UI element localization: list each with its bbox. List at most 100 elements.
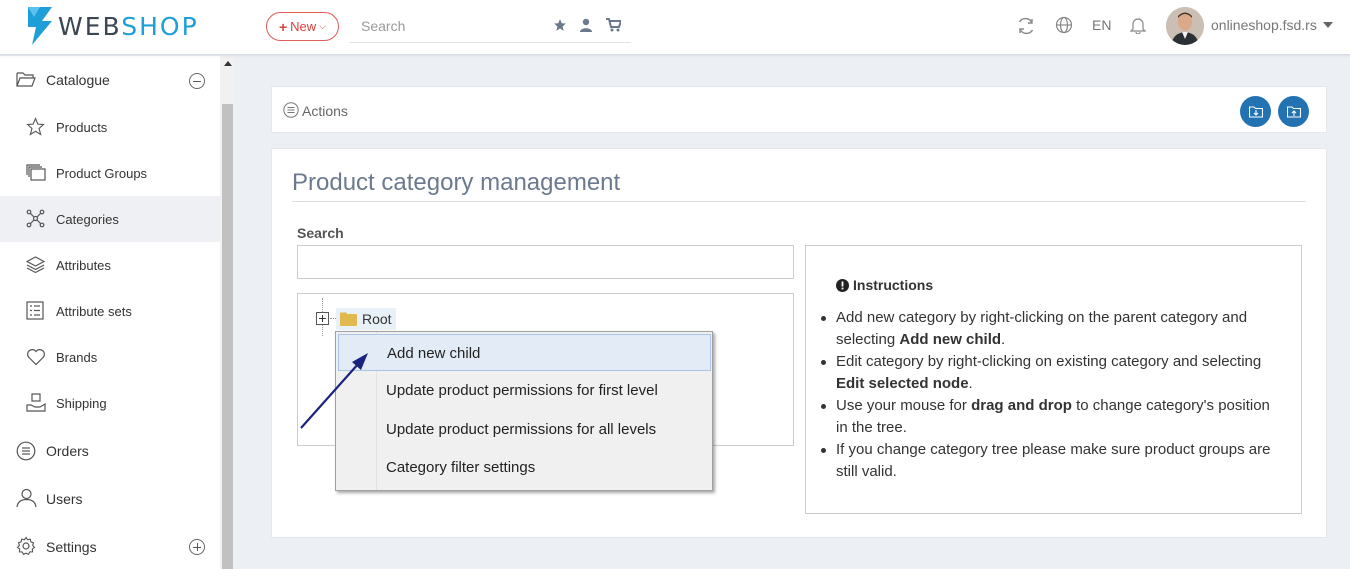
instructions-box: Instructions Add new category by right-c… [805,245,1302,514]
logo-text-prefix: WEB [58,11,122,41]
global-search [349,9,631,43]
account-name[interactable]: onlineshop.fsd.rs [1211,17,1317,33]
expand-icon[interactable] [189,539,205,555]
instructions-list: Add new category by right-clicking on th… [821,307,1276,483]
menu-item-label: Update product permissions for all level… [386,421,657,438]
sidebar-item-label: Attributes [56,258,111,273]
instructions-title: Instructions [836,277,933,293]
instruction-text: Edit category by right-clicking on exist… [836,353,1262,370]
folder-download-icon [1248,105,1263,118]
instruction-text: . [968,375,973,392]
menu-item-category-filter-settings[interactable]: Category filter settings [338,449,711,486]
sidebar-scrollbar[interactable] [220,56,235,569]
sidebar-item-attributes[interactable]: Attributes [0,242,220,288]
global-search-input[interactable] [349,13,539,39]
plus-icon: + [278,18,288,35]
sidebar-item-catalogue[interactable]: Catalogue [0,56,220,104]
instruction-text: Add new category by right-clicking on th… [836,309,1248,348]
folder-upload-icon [1286,105,1301,118]
sidebar-item-settings[interactable]: Settings [0,522,220,569]
sidebar-item-shipping[interactable]: Shipping [0,380,220,426]
refresh-icon[interactable] [1016,16,1036,36]
actions-label: Actions [302,103,348,119]
orders-list-icon [16,441,36,461]
caret-down-icon[interactable] [1323,22,1333,28]
list-item: Use your mouse for drag and drop to chan… [821,395,1276,439]
menu-item-label: Add new child [387,345,481,362]
list-item: Edit category by right-clicking on exist… [821,351,1276,395]
user-outline-icon [16,488,37,508]
scroll-up-icon[interactable] [224,61,232,66]
tree-search-label: Search [297,225,344,241]
sidebar-item-attribute-sets[interactable]: Attribute sets [0,288,220,334]
webshop-logo[interactable]: WEBSHOP [28,7,199,45]
menu-item-update-first-level[interactable]: Update product permissions for first lev… [338,372,711,409]
sidebar-item-products[interactable]: Products [0,104,220,150]
export-button[interactable] [1278,96,1309,127]
list-item: If you change category tree please make … [821,439,1276,483]
annotation-arrow-icon [300,353,368,429]
instructions-title-text: Instructions [853,277,934,293]
new-button-label: New [290,19,317,34]
list-icon [26,301,44,320]
instruction-text: . [1001,331,1006,348]
actions-bar: Actions [271,86,1327,133]
menu-item-update-all-levels[interactable]: Update product permissions for all level… [338,411,711,448]
shipping-box-icon [26,393,46,412]
folder-open-icon [16,72,36,87]
import-button[interactable] [1240,96,1271,127]
top-header: WEBSHOP + New ⌵ EN onlineshop.fsd.rs [0,0,1350,55]
instruction-bold: Add new child [899,331,1002,348]
info-circle-icon [836,278,849,292]
layers-stack-icon [26,164,46,181]
sidebar-item-users[interactable]: Users [0,474,220,522]
sidebar-item-label: Users [46,491,83,507]
tree-search-input[interactable] [297,245,794,279]
globe-icon[interactable] [1055,16,1073,34]
instruction-text: If you change category tree please make … [836,441,1271,480]
sidebar-item-categories[interactable]: Categories [0,196,220,242]
sidebar-item-orders[interactable]: Orders [0,426,220,474]
sidebar-item-product-groups[interactable]: Product Groups [0,150,220,196]
user-icon[interactable] [580,18,592,32]
star-icon[interactable] [553,18,567,32]
sidebar-item-label: Products [56,120,108,135]
sidebar-item-label: Catalogue [46,72,110,88]
menu-item-add-new-child[interactable]: Add new child [338,334,711,371]
menu-item-label: Category filter settings [386,459,536,476]
avatar-photo [1166,7,1204,45]
tree-node-label: Root [362,311,392,327]
context-menu: Add new child Update product permissions… [335,331,713,491]
avatar[interactable] [1166,7,1204,45]
logo-text: WEBSHOP [58,12,199,41]
scrollbar-thumb[interactable] [222,104,233,569]
language-selector[interactable]: EN [1092,17,1111,33]
new-button[interactable]: + New ⌵ [266,12,339,41]
sidebar: Catalogue Products Product Groups Catego… [0,56,220,569]
page-title: Product category management [292,169,621,196]
menu-circle-icon [283,102,299,118]
chevron-down-icon: ⌵ [319,21,327,31]
instruction-bold: Edit selected node [836,375,969,392]
bell-icon[interactable] [1130,16,1146,34]
cart-icon[interactable] [606,18,621,32]
tree-node-root[interactable]: Root [336,308,396,330]
sidebar-item-label: Brands [56,350,98,365]
tree-expand-icon[interactable] [316,312,329,325]
network-icon [26,209,45,228]
collapse-icon[interactable] [189,73,205,89]
layers-icon [26,256,45,274]
instruction-bold: drag and drop [971,397,1072,414]
title-divider [292,201,1306,202]
sidebar-item-label: Attribute sets [56,304,132,319]
logo-text-suffix: SHOP [121,11,199,41]
sidebar-item-brands[interactable]: Brands [0,334,220,380]
star-outline-icon [26,117,45,136]
instruction-text: Use your mouse for [836,397,972,414]
logo-mark-icon [28,7,52,45]
sidebar-item-label: Settings [46,539,97,555]
menu-item-label: Update product permissions for first lev… [386,382,658,399]
sidebar-item-label: Shipping [56,396,107,411]
gear-icon [16,536,36,556]
list-item: Add new category by right-clicking on th… [821,307,1276,351]
